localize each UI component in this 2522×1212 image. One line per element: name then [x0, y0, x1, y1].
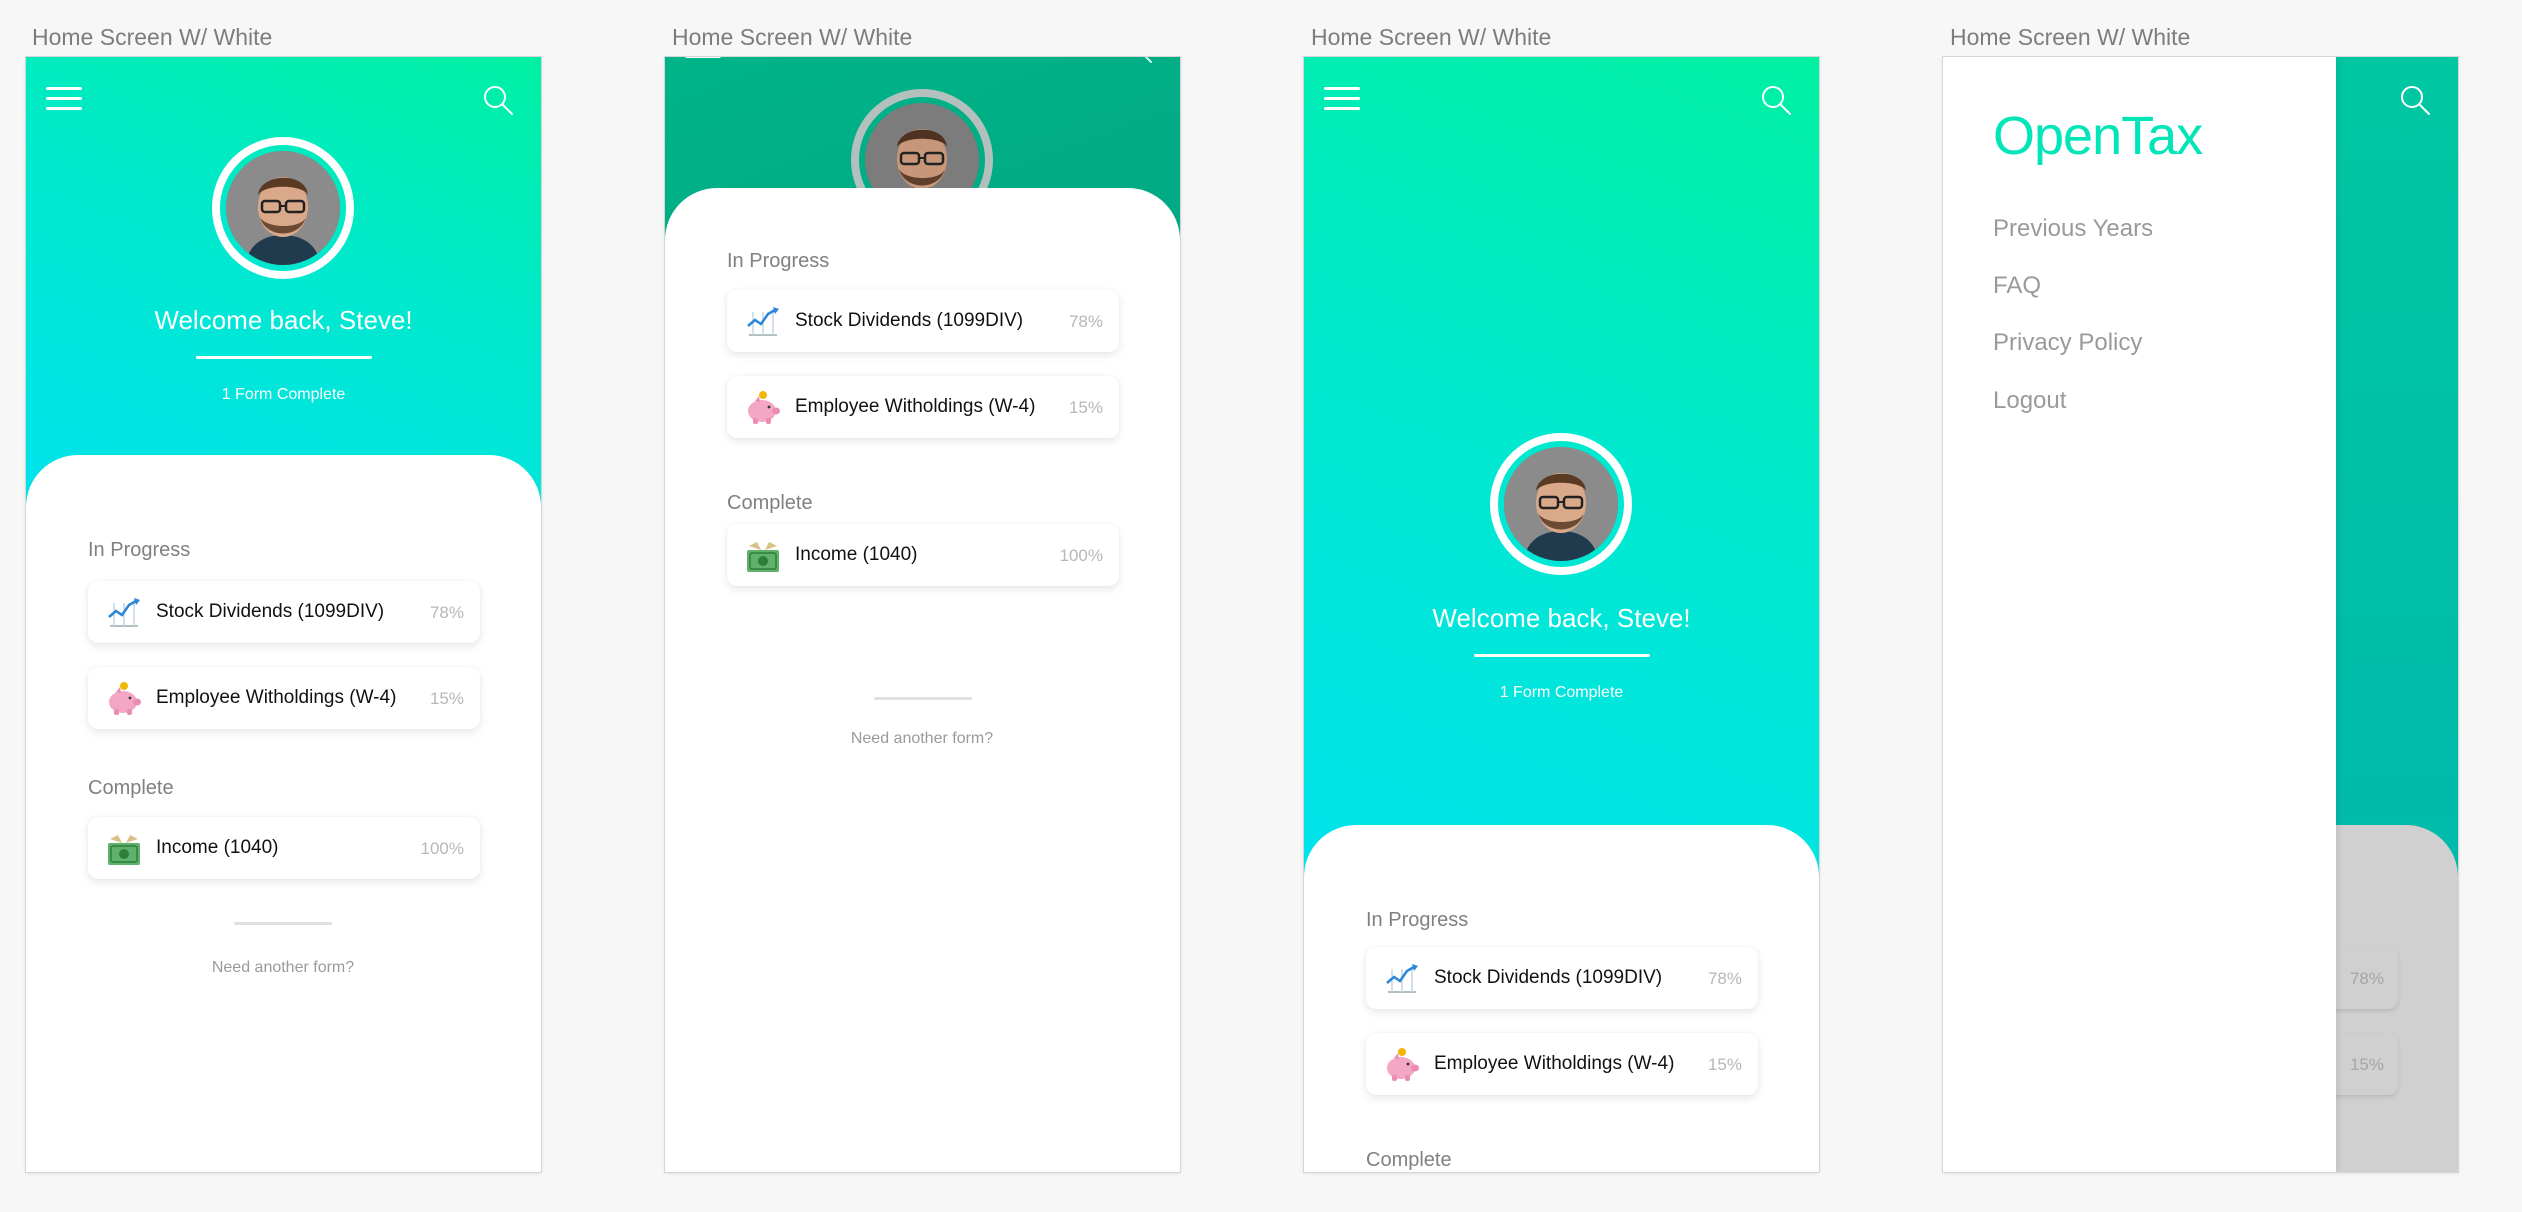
section-divider: [234, 922, 332, 925]
hamburger-menu-icon[interactable]: [1324, 85, 1360, 113]
form-progress: 78%: [1707, 969, 1742, 988]
form-progress: 15%: [1707, 1055, 1742, 1074]
form-progress: 15%: [2349, 1055, 2384, 1074]
forms-complete-count: 1 Form Complete: [221, 386, 346, 403]
search-icon[interactable]: [1120, 57, 1154, 65]
welcome-message: Welcome back, Steve!: [1432, 603, 1691, 633]
form-card-employee-witholdings[interactable]: Employee Witholdings (W-4) 15%: [1366, 1033, 1758, 1095]
in-progress-heading: In Progress: [1366, 909, 1469, 931]
form-progress: 15%: [1068, 398, 1103, 417]
content-sheet: In Progress Stock Dividends (1099DIV) 78…: [26, 455, 541, 1172]
chart-increasing-icon: [747, 307, 779, 336]
form-title: Income (1040): [156, 837, 279, 858]
form-title: Stock Dividends (1099DIV): [156, 601, 385, 622]
need-another-form-link[interactable]: Need another form?: [133, 959, 433, 977]
form-title: Employee Witholdings (W-4): [1434, 1053, 1675, 1074]
welcome-message: Welcome back, Steve!: [154, 305, 413, 335]
form-progress: 100%: [1059, 546, 1103, 565]
drawer-item-faq[interactable]: FAQ: [1993, 272, 2041, 300]
in-progress-heading: In Progress: [88, 539, 191, 561]
money-with-wings-icon: [108, 835, 140, 865]
piggy-bank-icon: [1387, 1048, 1419, 1081]
form-progress: 78%: [2349, 969, 2384, 988]
form-card-stock-dividends[interactable]: Stock Dividends (1099DIV) 78%: [1366, 947, 1758, 1009]
brand-logo-text: OpenTax: [1993, 106, 2203, 166]
form-title: Employee Witholdings (W-4): [795, 396, 1036, 417]
form-card-stock-dividends[interactable]: Stock Dividends (1099DIV) 78%: [88, 581, 480, 643]
complete-heading: Complete: [727, 492, 813, 514]
avatar: [226, 151, 340, 265]
artboard-label-2: Home Screen W/ White: [672, 24, 913, 50]
form-card-employee-witholdings[interactable]: Employee Witholdings (W-4) 15%: [88, 667, 480, 729]
piggy-bank-icon: [748, 391, 780, 424]
chart-increasing-icon: [108, 598, 140, 627]
drawer-item-privacy-policy[interactable]: Privacy Policy: [1993, 329, 2142, 357]
hamburger-menu-icon[interactable]: [46, 85, 82, 113]
form-title: Stock Dividends (1099DIV): [1434, 967, 1663, 988]
search-icon[interactable]: [2398, 83, 2432, 117]
navigation-drawer: OpenTax Previous Years FAQ Privacy Polic…: [1943, 57, 2336, 1172]
search-icon[interactable]: [1759, 83, 1793, 117]
artboard-label-4: Home Screen W/ White: [1950, 24, 2191, 50]
welcome-divider: [1474, 654, 1650, 657]
form-title: Employee Witholdings (W-4): [156, 687, 397, 708]
in-progress-heading: In Progress: [727, 250, 830, 272]
content-sheet: In Progress Stock Dividends (1099DIV) 78…: [665, 188, 1180, 1172]
need-another-form-link[interactable]: Need another form?: [772, 730, 1072, 748]
drawer-item-logout[interactable]: Logout: [1993, 387, 2066, 415]
content-sheet: In Progress Stock Dividends (1099DIV) 78…: [1304, 825, 1819, 1172]
drawer-item-previous-years[interactable]: Previous Years: [1993, 215, 2153, 243]
artboard-home-2: In Progress Stock Dividends (1099DIV) 78…: [665, 57, 1180, 1172]
artboard-drawer-open: 78% 15% OpenTax Previous Years FAQ Priva…: [1943, 57, 2458, 1172]
artboard-label-3: Home Screen W/ White: [1311, 24, 1552, 50]
complete-heading: Complete: [1366, 1149, 1452, 1171]
chart-increasing-icon: [1386, 964, 1418, 993]
form-card-stock-dividends[interactable]: Stock Dividends (1099DIV) 78%: [727, 290, 1119, 352]
background-screen-overlay[interactable]: 78% 15%: [2276, 57, 2458, 1172]
artboard-label-1: Home Screen W/ White: [32, 24, 273, 50]
form-progress: 100%: [420, 839, 464, 858]
artboard-home-3: Welcome back, Steve! 1 Form Complete In …: [1304, 57, 1819, 1172]
avatar: [1504, 447, 1618, 561]
piggy-bank-icon: [109, 682, 141, 715]
welcome-divider: [196, 356, 372, 359]
form-card-employee-witholdings[interactable]: Employee Witholdings (W-4) 15%: [727, 376, 1119, 438]
complete-heading: Complete: [88, 777, 174, 799]
form-title: Income (1040): [795, 544, 918, 565]
form-progress: 78%: [1068, 312, 1103, 331]
search-icon[interactable]: [481, 83, 515, 117]
money-with-wings-icon: [747, 542, 779, 572]
form-progress: 15%: [429, 689, 464, 708]
hamburger-menu-icon[interactable]: [685, 57, 721, 61]
form-title: Stock Dividends (1099DIV): [795, 310, 1024, 331]
avatar-ring: [1490, 433, 1632, 575]
avatar-ring: [212, 137, 354, 279]
forms-complete-count: 1 Form Complete: [1499, 684, 1624, 701]
artboard-home-1: Welcome back, Steve! 1 Form Complete In …: [26, 57, 541, 1172]
section-divider: [874, 697, 972, 700]
form-progress: 78%: [429, 603, 464, 622]
form-card-income[interactable]: Income (1040) 100%: [88, 817, 480, 879]
form-card-income[interactable]: Income (1040) 100%: [727, 524, 1119, 586]
